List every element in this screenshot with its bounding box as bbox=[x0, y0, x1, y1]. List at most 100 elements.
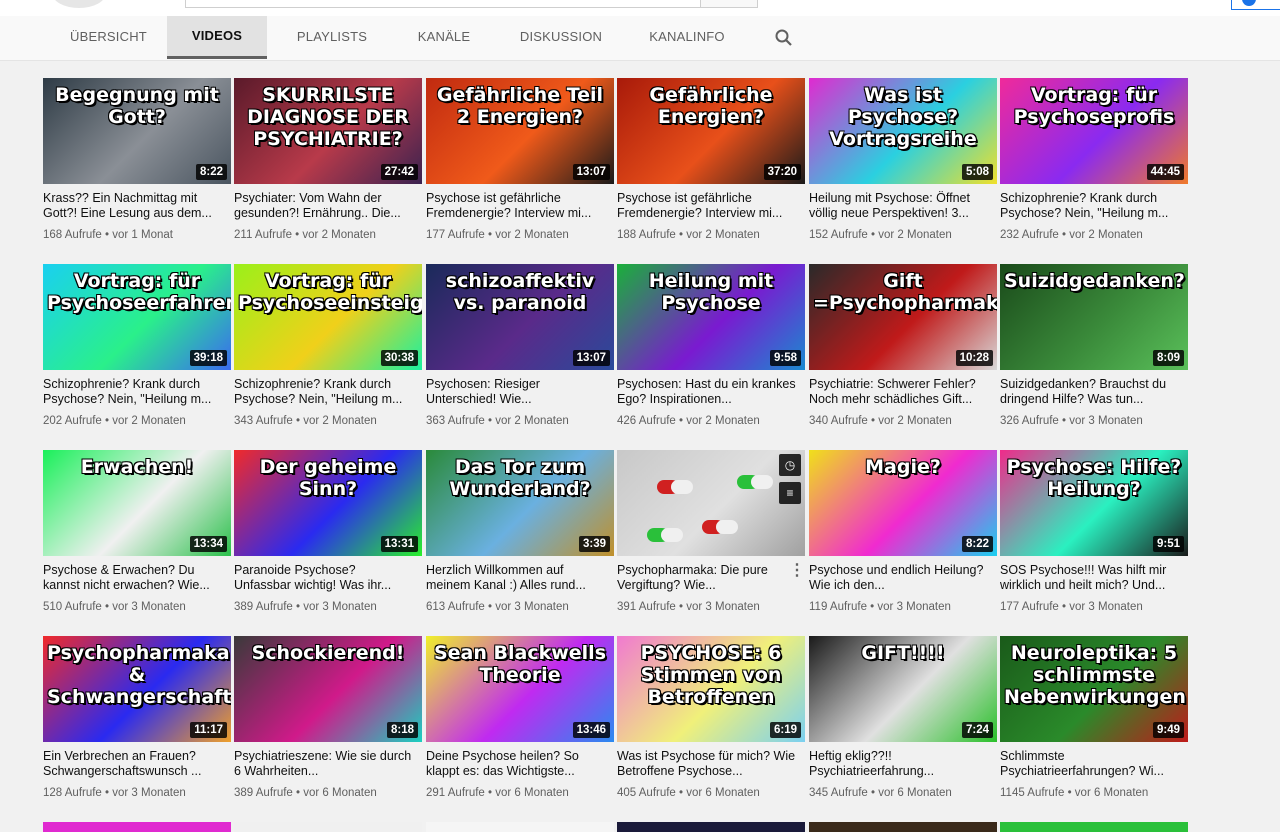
search-input[interactable] bbox=[185, 0, 702, 8]
video-thumbnail[interactable]: Gefährliche Energien? 37:20 bbox=[617, 78, 805, 184]
video-card[interactable]: Vortrag: für Psychoseeinsteiger 30:38 Schi… bbox=[234, 264, 422, 434]
video-card[interactable]: Vortrag: für Psychoseprofis 44:45 Schizoph… bbox=[1000, 78, 1188, 248]
pill bbox=[737, 475, 773, 489]
video-card[interactable]: schizoaffektiv vs. paranoid 13:07 Psychose… bbox=[426, 264, 614, 434]
video-title[interactable]: Psychiatrieszene: Wie sie durch 6 Wahrhe… bbox=[234, 749, 414, 779]
video-title[interactable]: Psychopharmaka: Die pure Vergiftung? Wie… bbox=[617, 563, 797, 593]
video-card[interactable]: Psychose: Hilfe? Heilung? 9:51 SOS Psychos… bbox=[1000, 450, 1188, 620]
clock-icon[interactable]: ◷ bbox=[779, 454, 801, 476]
video-thumbnail[interactable]: Suizidgedanken? 8:09 bbox=[1000, 264, 1188, 370]
video-thumbnail[interactable]: Neuroleptika: 5 schlimmste Nebenwirkunge… bbox=[1000, 636, 1188, 742]
video-title[interactable]: Heilung mit Psychose: Öffnet völlig neue… bbox=[809, 191, 989, 221]
video-title[interactable]: Psychiater: Vom Wahn der gesunden?! Ernä… bbox=[234, 191, 414, 221]
video-meta: 405 Aufrufe • vor 6 Monaten bbox=[617, 787, 760, 799]
video-meta: 152 Aufrufe • vor 2 Monaten bbox=[809, 229, 952, 241]
video-card[interactable]: Schockierend! 8:18 Psychiatrieszene: Wie s… bbox=[234, 636, 422, 806]
video-card[interactable]: GIFT!!!! 7:24 Heftig eklig??!! Psychiatrie… bbox=[809, 636, 997, 806]
video-title[interactable]: SOS Psychose!!! Was hilft mir wirklich u… bbox=[1000, 563, 1180, 593]
video-title[interactable]: Schlimmste Psychiatrieerfahrungen? Wi... bbox=[1000, 749, 1180, 779]
video-thumbnail[interactable]: Das Tor zum Wunderland? 3:39 bbox=[426, 450, 614, 556]
video-card[interactable]: Vortrag: für Psychoseerfahrene 39:18 Schiz… bbox=[43, 264, 231, 434]
video-title[interactable]: Krass?? Ein Nachmittag mit Gott?! Eine L… bbox=[43, 191, 223, 221]
video-title[interactable]: Deine Psychose heilen? So klappt es: das… bbox=[426, 749, 606, 779]
video-thumbnail-partial[interactable] bbox=[234, 822, 422, 832]
video-card[interactable]: Gefährliche Teil 2 Energien? 13:07 Psychos… bbox=[426, 78, 614, 248]
video-thumbnail[interactable]: Schockierend! 8:18 bbox=[234, 636, 422, 742]
video-title[interactable]: Herzlich Willkommen auf meinem Kanal :) … bbox=[426, 563, 606, 593]
video-thumbnail[interactable]: GIFT!!!! 7:24 bbox=[809, 636, 997, 742]
video-title[interactable]: Psychiatrie: Schwerer Fehler? Noch mehr … bbox=[809, 377, 989, 407]
tab-diskussion[interactable]: DISKUSSION bbox=[514, 16, 608, 58]
video-thumbnail-partial[interactable] bbox=[426, 822, 614, 832]
video-thumbnail[interactable]: Der geheime Sinn? 13:31 bbox=[234, 450, 422, 556]
video-card[interactable]: Gift =Psychopharmaka 10:28 Psychiatrie: Sc… bbox=[809, 264, 997, 434]
video-meta: 202 Aufrufe • vor 2 Monaten bbox=[43, 415, 186, 427]
search-button[interactable] bbox=[700, 0, 758, 8]
video-card[interactable]: Neuroleptika: 5 schlimmste Nebenwirkunge… bbox=[1000, 636, 1188, 806]
video-title[interactable]: Psychose ist gefährliche Fremdenergie? I… bbox=[426, 191, 606, 221]
video-card[interactable]: Gefährliche Energien? 37:20 Psychose ist g… bbox=[617, 78, 805, 248]
video-thumbnail[interactable]: Was ist Psychose? Vortragsreihe 5:08 bbox=[809, 78, 997, 184]
video-duration: 13:46 bbox=[572, 722, 610, 738]
video-thumbnail[interactable]: schizoaffektiv vs. paranoid 13:07 bbox=[426, 264, 614, 370]
video-title[interactable]: Ein Verbrechen an Frauen? Schwangerschaf… bbox=[43, 749, 223, 779]
tab-kanalinfo[interactable]: KANALINFO bbox=[643, 16, 731, 58]
video-title[interactable]: Psychose und endlich Heilung? Wie ich de… bbox=[809, 563, 989, 593]
video-thumbnail-partial[interactable] bbox=[1000, 822, 1188, 832]
video-thumbnail[interactable]: SKURRILSTE DIAGNOSE DER PSYCHIATRIE? 27:4… bbox=[234, 78, 422, 184]
video-card[interactable]: Psychopharmaka & Schwangerschaft? 11:17 Ei… bbox=[43, 636, 231, 806]
tab-kanaele[interactable]: KANÄLE bbox=[410, 16, 478, 58]
more-vert-icon[interactable]: ⋮ bbox=[789, 562, 805, 580]
queue-icon[interactable]: ≡ bbox=[779, 482, 801, 504]
video-card[interactable]: PSYCHOSE: 6 Stimmen von Betroffenen 6:19 W… bbox=[617, 636, 805, 806]
video-card[interactable]: Das Tor zum Wunderland? 3:39 Herzlich Will… bbox=[426, 450, 614, 620]
video-title[interactable]: Paranoide Psychose? Unfassbar wichtig! W… bbox=[234, 563, 414, 593]
video-thumbnail[interactable]: Gefährliche Teil 2 Energien? 13:07 bbox=[426, 78, 614, 184]
video-thumbnail[interactable]: PSYCHOSE: 6 Stimmen von Betroffenen 6:19 bbox=[617, 636, 805, 742]
video-thumbnail-partial[interactable] bbox=[809, 822, 997, 832]
thumbnail-text: Magie? bbox=[865, 456, 941, 478]
video-thumbnail[interactable]: Sean Blackwells Theorie 13:46 bbox=[426, 636, 614, 742]
video-thumbnail[interactable]: Begegnung mit Gott? 8:22 bbox=[43, 78, 231, 184]
video-thumbnail[interactable]: Vortrag: für Psychoseeinsteiger 30:38 bbox=[234, 264, 422, 370]
video-card[interactable]: Was ist Psychose? Vortragsreihe 5:08 Heilu… bbox=[809, 78, 997, 248]
video-title[interactable]: Schizophrenie? Krank durch Psychose? Nei… bbox=[43, 377, 223, 407]
video-thumbnail[interactable]: Erwachen! 13:34 bbox=[43, 450, 231, 556]
video-thumbnail[interactable]: Gift =Psychopharmaka 10:28 bbox=[809, 264, 997, 370]
video-duration: 13:31 bbox=[380, 536, 418, 552]
thumbnail-text: SKURRILSTE DIAGNOSE DER PSYCHIATRIE? bbox=[247, 84, 409, 150]
video-title[interactable]: Was ist Psychose für mich? Wie Betroffen… bbox=[617, 749, 797, 779]
tab-videos[interactable]: VIDEOS bbox=[167, 16, 267, 59]
pill bbox=[647, 528, 683, 542]
video-card[interactable]: Magie? 8:22 Psychose und endlich Heilung? … bbox=[809, 450, 997, 620]
video-thumbnail-partial[interactable] bbox=[43, 822, 231, 832]
video-title[interactable]: Schizophrenie? Krank durch Psychose? Nei… bbox=[1000, 191, 1180, 221]
video-thumbnail[interactable]: ◷ ≡ bbox=[617, 450, 805, 556]
video-thumbnail-partial[interactable] bbox=[617, 822, 805, 832]
video-card[interactable]: ◷ ≡ Psychopharmaka: Die pure Vergiftung? W… bbox=[617, 450, 805, 620]
video-thumbnail[interactable]: Psychopharmaka & Schwangerschaft? 11:17 bbox=[43, 636, 231, 742]
video-thumbnail[interactable]: Vortrag: für Psychoseprofis 44:45 bbox=[1000, 78, 1188, 184]
channel-avatar[interactable] bbox=[52, 0, 106, 8]
video-card[interactable]: Sean Blackwells Theorie 13:46 Deine Psycho… bbox=[426, 636, 614, 806]
search-icon[interactable] bbox=[772, 26, 796, 50]
video-thumbnail[interactable]: Magie? 8:22 bbox=[809, 450, 997, 556]
video-title[interactable]: Psychose ist gefährliche Fremdenergie? I… bbox=[617, 191, 797, 221]
video-thumbnail[interactable]: Vortrag: für Psychoseerfahrene 39:18 bbox=[43, 264, 231, 370]
tab-uebersicht[interactable]: ÜBERSICHT bbox=[66, 16, 150, 58]
video-card[interactable]: Begegnung mit Gott? 8:22 Krass?? Ein Nachm… bbox=[43, 78, 231, 248]
video-title[interactable]: Heftig eklig??!! Psychiatrieerfahrung... bbox=[809, 749, 989, 779]
video-thumbnail[interactable]: Heilung mit Psychose 9:58 bbox=[617, 264, 805, 370]
video-card[interactable]: Der geheime Sinn? 13:31 Paranoide Psychose… bbox=[234, 450, 422, 620]
video-card[interactable]: SKURRILSTE DIAGNOSE DER PSYCHIATRIE? 27:4… bbox=[234, 78, 422, 248]
video-card[interactable]: Suizidgedanken? 8:09 Suizidgedanken? Brauc… bbox=[1000, 264, 1188, 434]
video-title[interactable]: Suizidgedanken? Brauchst du dringend Hil… bbox=[1000, 377, 1180, 407]
tab-playlists[interactable]: PLAYLISTS bbox=[290, 16, 374, 58]
video-title[interactable]: Psychose & Erwachen? Du kannst nicht erw… bbox=[43, 563, 223, 593]
video-thumbnail[interactable]: Psychose: Hilfe? Heilung? 9:51 bbox=[1000, 450, 1188, 556]
video-card[interactable]: Heilung mit Psychose 9:58 Psychosen: Hast … bbox=[617, 264, 805, 434]
video-title[interactable]: Schizophrenie? Krank durch Psychose? Nei… bbox=[234, 377, 414, 407]
video-card[interactable]: Erwachen! 13:34 Psychose & Erwachen? Du ka… bbox=[43, 450, 231, 620]
video-title[interactable]: Psychosen: Riesiger Unterschied! Wie... bbox=[426, 377, 606, 407]
video-title[interactable]: Psychosen: Hast du ein krankes Ego? Insp… bbox=[617, 377, 797, 407]
